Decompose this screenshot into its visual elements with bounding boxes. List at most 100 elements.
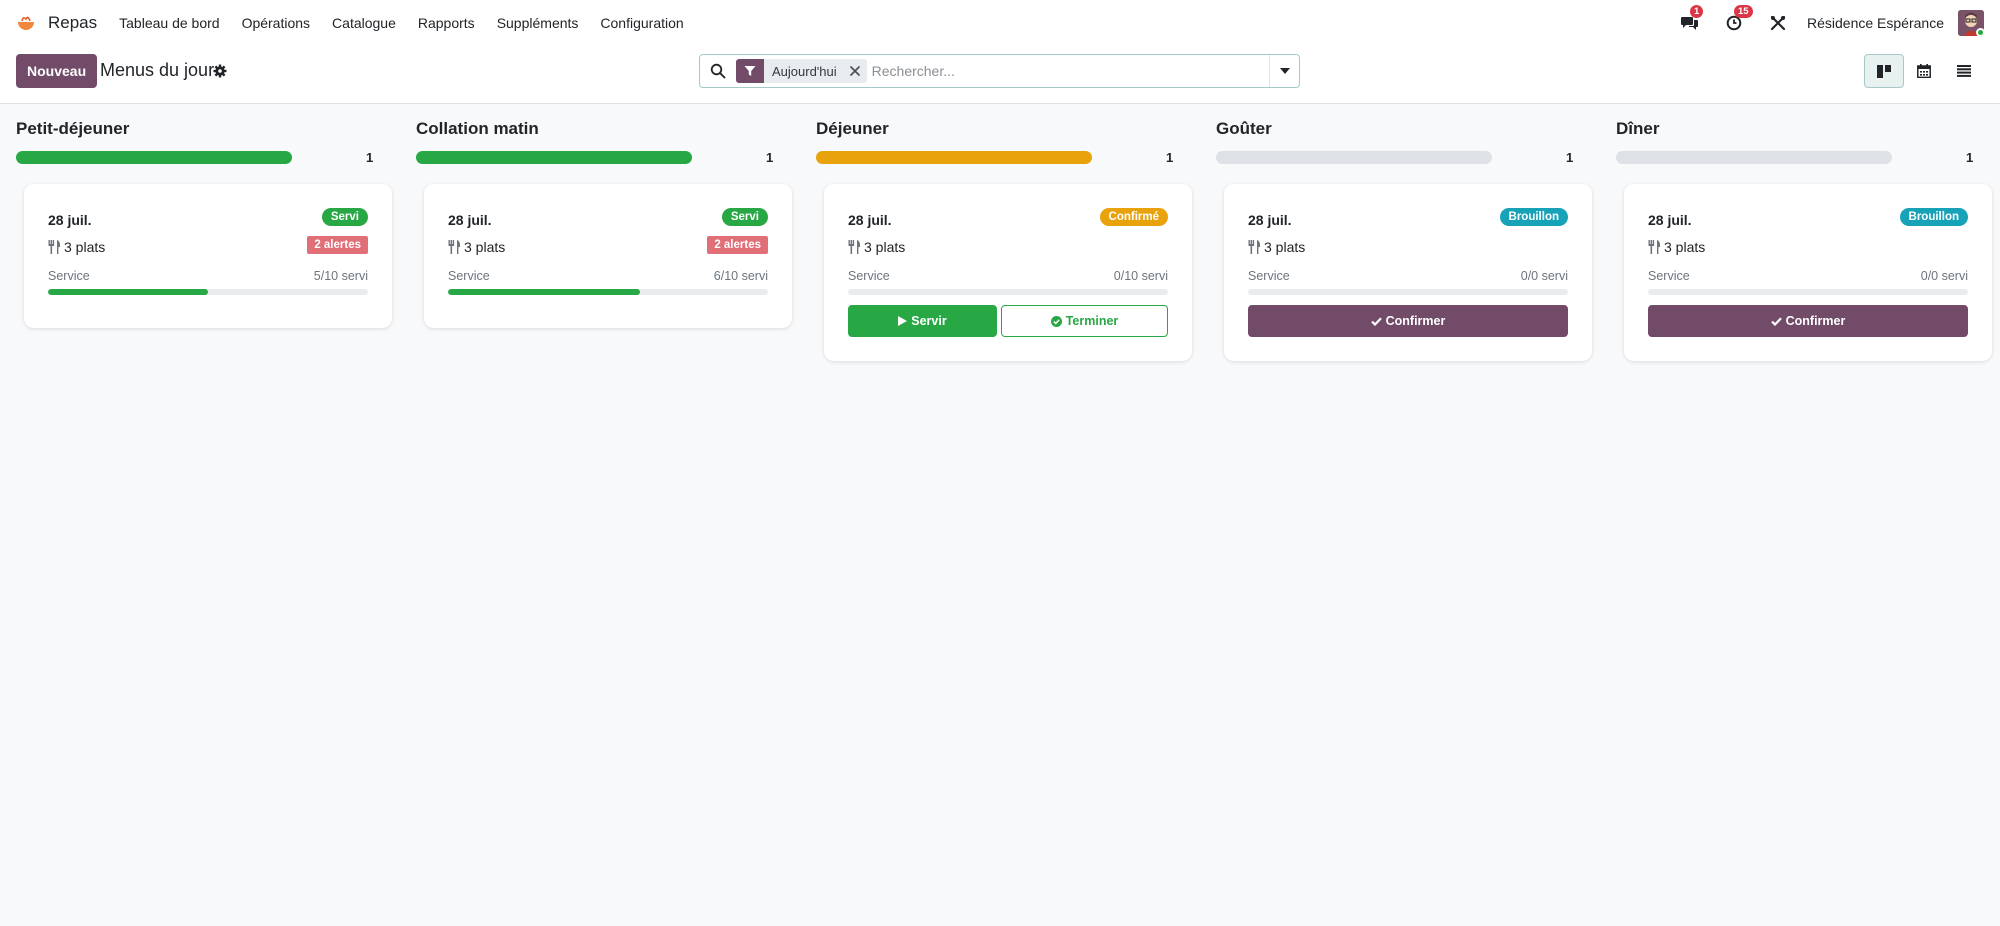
menu-catalogue[interactable]: Catalogue — [332, 15, 396, 31]
column-title[interactable]: Goûter — [1216, 119, 1272, 139]
company-switcher[interactable]: Résidence Espérance — [1807, 15, 1944, 31]
kanban-board: Petit-déjeuner 1 28 juil. Servi 3 plats — [0, 105, 2000, 926]
column-progress-bar[interactable] — [1616, 151, 1892, 164]
column-progress-bar[interactable] — [816, 151, 1092, 164]
servir-button[interactable]: Servir — [848, 305, 997, 337]
user-avatar[interactable] — [1958, 10, 1984, 36]
service-value: 5/10 servi — [313, 269, 368, 283]
check-icon — [1370, 316, 1382, 326]
action-label: Confirmer — [1785, 314, 1846, 328]
menu-card[interactable]: 28 juil. Servi 3 plats 2 alertes Service — [24, 184, 392, 328]
app-name[interactable]: Repas — [48, 13, 97, 33]
tools-button[interactable] — [1767, 12, 1789, 34]
dishes-count: 3 plats — [1264, 239, 1306, 255]
card-date: 28 juil. — [48, 212, 92, 228]
list-view-button[interactable] — [1944, 54, 1984, 88]
action-label: Servir — [911, 314, 947, 328]
kanban-view-button[interactable] — [1864, 54, 1904, 88]
menu-card[interactable]: 28 juil. Brouillon 3 plats Service 0/0 s… — [1224, 184, 1592, 361]
kanban-icon — [1877, 64, 1891, 78]
service-value: 0/10 servi — [1113, 269, 1168, 283]
column-progress-bar[interactable] — [1216, 151, 1492, 164]
column-progress-bar[interactable] — [416, 151, 692, 164]
service-value: 0/0 servi — [1920, 269, 1968, 283]
menu-card[interactable]: 28 juil. Confirmé 3 plats Service 0/10 s… — [824, 184, 1192, 361]
new-button[interactable]: Nouveau — [16, 54, 98, 88]
column-progress-bar[interactable] — [16, 151, 292, 164]
action-label: Terminer — [1065, 314, 1119, 328]
menu-card[interactable]: 28 juil. Brouillon 3 plats Service 0/0 s… — [1624, 184, 1992, 361]
view-switcher — [1864, 54, 1984, 88]
menu-card[interactable]: 28 juil. Servi 3 plats 2 alertes Service — [424, 184, 792, 328]
activities-button[interactable]: 15 — [1723, 5, 1753, 34]
column-title[interactable]: Petit-déjeuner — [16, 119, 129, 139]
card-dishes: 3 plats — [1648, 239, 1705, 255]
search-options-toggle[interactable] — [1269, 55, 1299, 87]
card-date: 28 juil. — [448, 212, 492, 228]
confirmer-button[interactable]: Confirmer — [1648, 305, 1968, 337]
status-badge: Servi — [321, 208, 368, 226]
menu-rapports[interactable]: Rapports — [418, 15, 475, 31]
messages-button[interactable]: 1 — [1679, 5, 1704, 34]
calendar-view-button[interactable] — [1904, 54, 1944, 88]
service-label: Service — [1648, 269, 1690, 283]
card-dishes: 3 plats — [448, 239, 505, 255]
utensils-icon — [448, 240, 461, 254]
terminer-button[interactable]: Terminer — [1001, 305, 1168, 337]
activities-badge: 15 — [1734, 5, 1753, 18]
menu-operations[interactable]: Opérations — [242, 15, 310, 31]
search-bar: Aujourd'hui — [699, 54, 1300, 88]
utensils-icon — [1648, 240, 1661, 254]
search-input[interactable] — [871, 56, 1269, 86]
column-count: 1 — [766, 150, 774, 165]
action-label: Confirmer — [1385, 314, 1446, 328]
navbar-systray: 1 15 Résidence Espérance — [1657, 0, 1984, 46]
column-title[interactable]: Collation matin — [416, 119, 539, 139]
service-progress-fill — [48, 289, 208, 295]
card-dishes: 3 plats — [848, 239, 905, 255]
menu-configuration[interactable]: Configuration — [600, 15, 683, 31]
app-logo-icon[interactable] — [16, 13, 36, 33]
online-status-dot — [1976, 28, 1984, 36]
card-dishes: 3 plats — [48, 239, 105, 255]
status-badge: Confirmé — [1099, 208, 1168, 226]
tools-icon — [1770, 15, 1786, 31]
check-circle-icon — [1050, 315, 1062, 327]
service-label: Service — [448, 269, 490, 283]
card-date: 28 juil. — [1648, 212, 1692, 228]
service-progress-bar — [448, 289, 768, 295]
dishes-count: 3 plats — [1664, 239, 1706, 255]
dishes-count: 3 plats — [464, 239, 506, 255]
remove-facet-button[interactable] — [845, 59, 865, 83]
caret-down-icon — [1279, 68, 1290, 74]
service-value: 0/0 servi — [1520, 269, 1568, 283]
confirmer-button[interactable]: Confirmer — [1248, 305, 1568, 337]
gear-icon[interactable] — [212, 63, 228, 79]
page-title: Menus du jour — [100, 60, 215, 80]
status-badge: Servi — [721, 208, 768, 226]
column-title[interactable]: Dîner — [1616, 119, 1659, 139]
service-label: Service — [1248, 269, 1290, 283]
dishes-count: 3 plats — [64, 239, 106, 255]
column-count: 1 — [366, 150, 374, 165]
messages-badge: 1 — [1690, 5, 1704, 18]
menu-supplements[interactable]: Suppléments — [497, 15, 579, 31]
utensils-icon — [1248, 240, 1261, 254]
card-date: 28 juil. — [1248, 212, 1292, 228]
column-count: 1 — [1166, 150, 1174, 165]
control-panel: Nouveau Menus du jour Aujourd'hui — [0, 46, 2000, 104]
service-progress-fill — [448, 289, 640, 295]
column-count: 1 — [1566, 150, 1574, 165]
search-facet: Aujourd'hui — [736, 59, 867, 83]
calendar-icon — [1917, 64, 1931, 78]
service-progress-bar — [1648, 289, 1968, 295]
alerts-badge: 2 alertes — [707, 236, 768, 254]
menu-tableau-de-bord[interactable]: Tableau de bord — [119, 15, 219, 31]
search-icon[interactable] — [710, 63, 726, 79]
column-title[interactable]: Déjeuner — [816, 119, 889, 139]
close-icon — [849, 66, 860, 76]
check-icon — [1770, 316, 1782, 326]
service-progress-bar — [848, 289, 1168, 295]
top-navbar: Repas Tableau de bord Opérations Catalog… — [0, 0, 2000, 46]
utensils-icon — [48, 240, 61, 254]
